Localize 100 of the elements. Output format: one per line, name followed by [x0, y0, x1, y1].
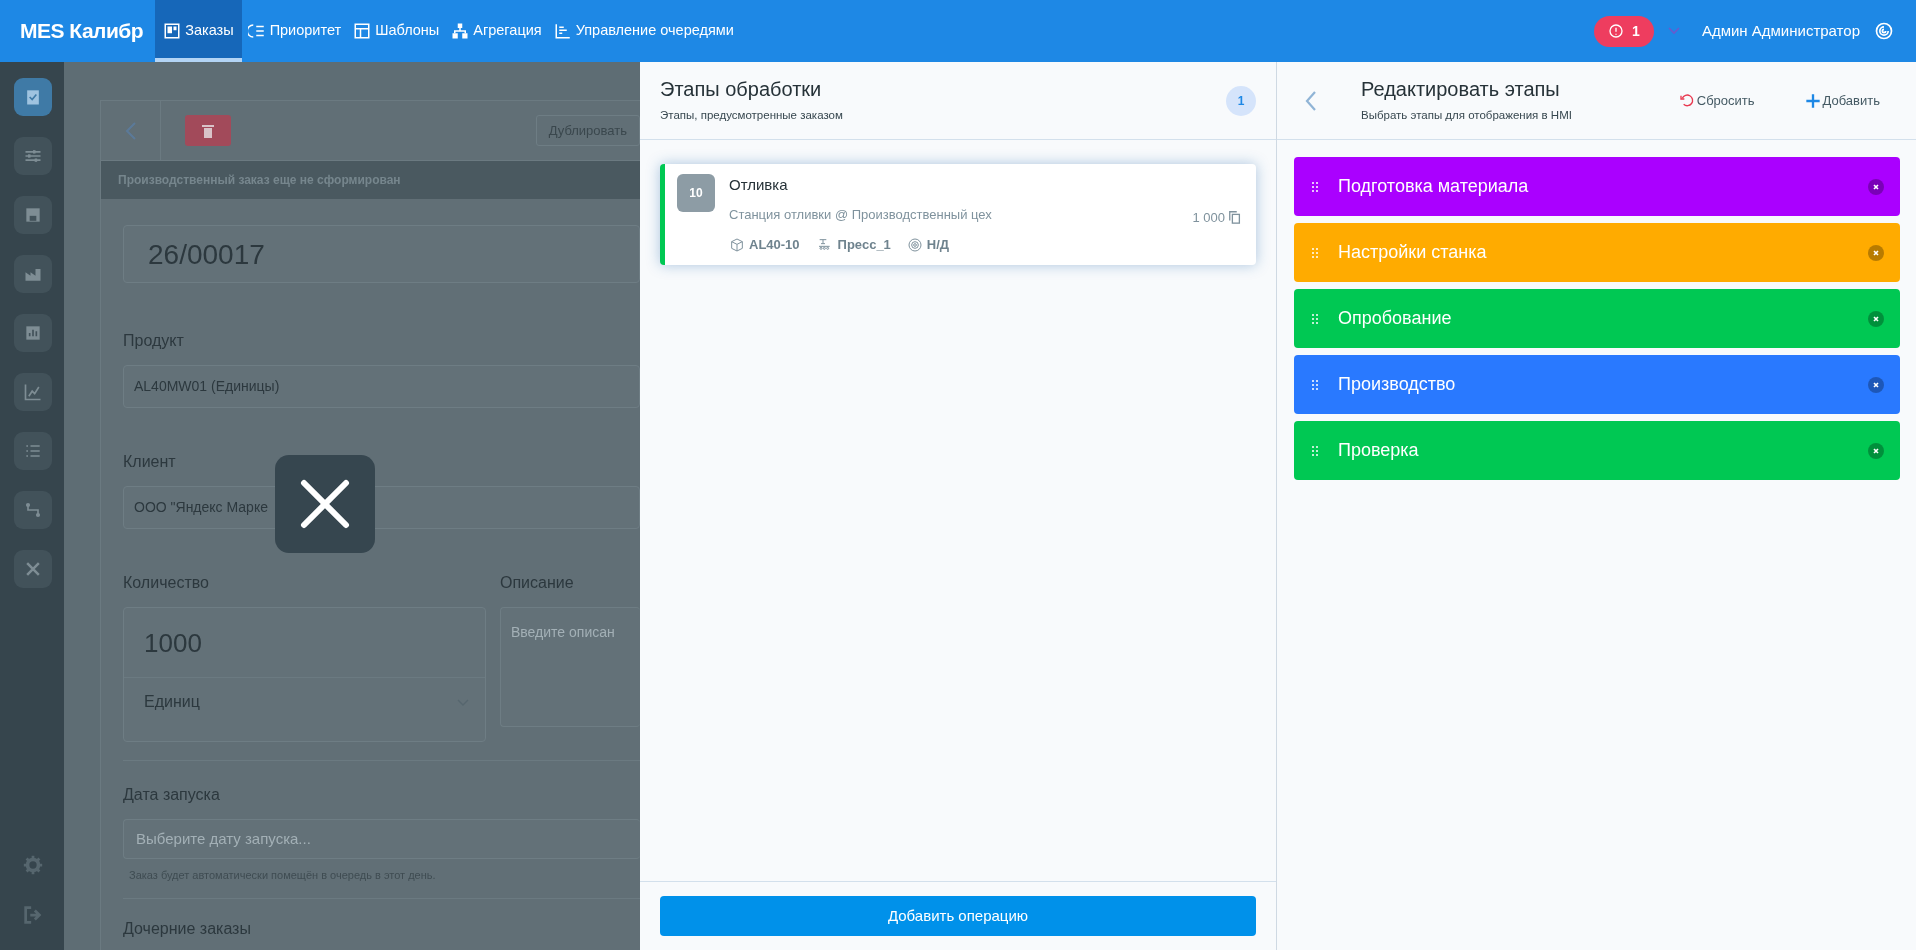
field-value: AL40MW01 (Единицы)	[134, 377, 280, 396]
operation-tool: Н/Д	[926, 236, 950, 254]
count-badge: 1	[1226, 85, 1256, 116]
sidebar-button[interactable]	[14, 432, 52, 470]
close-icon	[1873, 183, 1879, 190]
close-icon	[1873, 315, 1879, 322]
operation-card[interactable]: 10 Отливка Станция отливки @ Производственный цех 1 000 AL40-10 Пресс_1 Н/Д	[660, 164, 1256, 265]
drag-handle-icon	[1312, 379, 1318, 390]
settings-icon	[22, 854, 44, 876]
sidebar-button[interactable]	[14, 550, 52, 588]
description-field[interactable]: Введите описан	[500, 607, 640, 727]
back-icon	[124, 121, 137, 140]
list-icon	[247, 22, 266, 40]
section-label: Дочерние заказы	[123, 918, 252, 939]
remove-button[interactable]	[1868, 310, 1884, 327]
stage-name: Производство	[1338, 373, 1457, 396]
sidebar-button[interactable]	[14, 314, 52, 352]
product-select[interactable]: AL40MW01 (Единицы)	[123, 365, 640, 408]
drag-handle-icon	[1312, 181, 1318, 192]
delete-button[interactable]	[185, 115, 231, 146]
stage-row[interactable]: Настройки станка	[1294, 223, 1900, 282]
close-icon	[299, 478, 351, 530]
back-icon	[1305, 90, 1317, 111]
sidebar-button[interactable]	[14, 255, 52, 293]
placeholder-text: Введите описан	[511, 624, 615, 640]
logout-icon	[22, 904, 44, 926]
stage-name: Опробование	[1338, 307, 1453, 330]
drag-handle-icon	[1312, 445, 1318, 456]
panel-title: Этапы обработки	[660, 76, 823, 101]
trash-icon	[202, 123, 214, 138]
field-label: Дата запуска	[123, 785, 221, 805]
bar-chart-icon	[23, 323, 43, 343]
add-operation-button[interactable]: Добавить операцию	[660, 896, 1256, 936]
close-icon	[1873, 381, 1879, 388]
operation-quantity: 1 000	[1192, 208, 1225, 227]
sidebar-button[interactable]	[14, 196, 52, 234]
line-chart-icon	[23, 382, 43, 402]
close-icon	[1873, 447, 1879, 454]
hierarchy-icon	[451, 22, 470, 40]
close-button[interactable]	[275, 455, 375, 553]
stage-row[interactable]: Проверка	[1294, 421, 1900, 480]
order-number-field[interactable]: 26/00017	[123, 225, 640, 283]
nav-tab[interactable]: Агрегация	[445, 0, 548, 62]
remove-button[interactable]	[1868, 244, 1884, 261]
sidebar-button[interactable]	[14, 137, 52, 175]
stage-row[interactable]: Подготовка материала	[1294, 157, 1900, 216]
operation-machine: Пресс_1	[837, 236, 891, 254]
user-name[interactable]: Админ Администратор	[1701, 19, 1860, 43]
quantity-value: 1000	[124, 608, 485, 678]
add-button[interactable]: Добавить	[1804, 90, 1880, 111]
remove-button[interactable]	[1868, 178, 1884, 195]
board-icon	[163, 22, 182, 40]
reset-button[interactable]: Сбросить	[1678, 90, 1755, 111]
alert-button[interactable]: 1	[1594, 15, 1654, 47]
nav-tab[interactable]: Управление очередями	[547, 0, 740, 62]
alert-icon	[1608, 23, 1625, 39]
field-label: Клиент	[123, 452, 177, 472]
remove-button[interactable]	[1868, 376, 1884, 393]
copy-icon	[1228, 209, 1242, 226]
window-icon	[353, 22, 372, 40]
swirl-icon	[1874, 21, 1894, 41]
close-icon	[1873, 249, 1879, 256]
quantity-field[interactable]: 1000 Единиц	[123, 607, 486, 742]
stage-name: Настройки станка	[1338, 241, 1488, 264]
stage-row[interactable]: Производство	[1294, 355, 1900, 414]
sidebar-button[interactable]	[14, 78, 52, 116]
floppy-icon	[23, 205, 43, 225]
operation-location: Станция отливки @ Производственный цех	[729, 205, 992, 224]
remove-button[interactable]	[1868, 442, 1884, 459]
field-label: Продукт	[123, 331, 185, 351]
panel-title: Редактировать этапы	[1361, 76, 1561, 101]
panel-subtitle: Выбрать этапы для отображения в HMI	[1361, 107, 1572, 123]
route-icon	[23, 500, 43, 520]
drag-handle-icon	[1312, 313, 1318, 324]
placeholder-text: Выберите дату запуска...	[136, 828, 311, 849]
field-label: Количество	[123, 573, 210, 593]
brand-logo[interactable]: MES Калибр	[0, 15, 156, 47]
field-value: ООО "Яндекс Марке	[134, 498, 268, 517]
unit-value: Единиц	[144, 692, 200, 712]
chevron-down-icon	[1667, 27, 1680, 35]
undo-icon	[1678, 92, 1695, 109]
chart-list-icon	[553, 22, 572, 40]
plus-icon	[1804, 92, 1821, 109]
box-icon	[729, 236, 745, 253]
sidebar-button[interactable]	[14, 491, 52, 529]
nav-tab[interactable]: Заказы	[155, 0, 242, 62]
field-label: Описание	[500, 573, 575, 593]
sidebar-button[interactable]	[14, 373, 52, 411]
drag-handle-icon	[1312, 247, 1318, 258]
stage-name: Подготовка материала	[1338, 175, 1530, 198]
nav-tab[interactable]: Приоритет	[241, 0, 348, 62]
nav-tab[interactable]: Шаблоны	[347, 0, 446, 62]
date-field[interactable]: Выберите дату запуска...	[123, 819, 640, 859]
stage-name: Проверка	[1338, 439, 1420, 462]
operation-number: 10	[677, 174, 715, 212]
disc-icon	[906, 236, 923, 253]
stage-row[interactable]: Опробование	[1294, 289, 1900, 348]
operation-name: Отливка	[729, 175, 789, 195]
panel-subtitle: Этапы, предусмотренные заказом	[660, 107, 843, 123]
operation-product: AL40-10	[749, 236, 800, 254]
